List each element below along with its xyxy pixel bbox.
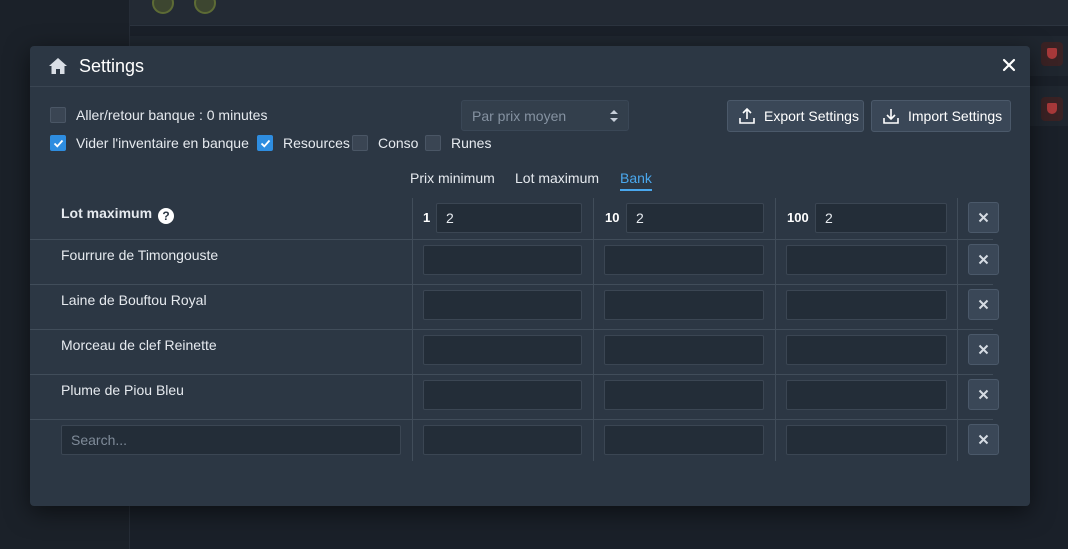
item-lot-10-input[interactable]	[604, 245, 764, 275]
upload-icon	[739, 107, 755, 124]
item-lot-10-input[interactable]	[604, 290, 764, 320]
item-name: Morceau de clef Reinette	[61, 337, 217, 353]
item-name: Plume de Piou Bleu	[61, 382, 184, 398]
item-lot-10-input[interactable]	[604, 380, 764, 410]
item-lot-100-input[interactable]	[786, 290, 947, 320]
item-name: Fourrure de Timongouste	[61, 247, 219, 263]
lot-1-value: 2	[446, 210, 454, 226]
tab-lot-maximum[interactable]: Lot maximum	[515, 170, 599, 186]
lot-qty-10: 10	[605, 210, 620, 225]
background-icon	[152, 0, 174, 14]
search-placeholder: Search...	[71, 432, 128, 448]
dialog-title: Settings	[79, 55, 145, 76]
export-settings-label: Export Settings	[764, 108, 859, 124]
item-lot-10-input[interactable]	[604, 335, 764, 365]
item-name: Laine de Bouftou Royal	[61, 292, 207, 308]
help-icon[interactable]: ?	[158, 208, 175, 224]
shield-icon	[1041, 97, 1063, 121]
resources-label: Resources	[283, 135, 350, 151]
item-lot-100-input[interactable]	[786, 380, 947, 410]
import-settings-button[interactable]: Import Settings	[871, 100, 1011, 132]
close-icon	[978, 254, 989, 265]
header-label-text: Lot maximum	[61, 205, 153, 221]
remove-row-button[interactable]	[968, 244, 999, 275]
lot-10-value: 2	[636, 210, 644, 226]
header-label: Lot maximum?	[61, 205, 175, 224]
download-icon	[883, 109, 899, 124]
runes-checkbox[interactable]	[425, 135, 441, 151]
new-lot-1-input[interactable]	[423, 425, 582, 455]
select-arrows-icon	[610, 110, 618, 122]
lot-100-input[interactable]: 2	[815, 203, 947, 233]
lot-10-input[interactable]: 2	[626, 203, 764, 233]
close-icon	[978, 212, 989, 223]
background-toolbar	[130, 0, 1068, 26]
conso-checkbox[interactable]	[352, 135, 368, 151]
remove-row-button[interactable]	[968, 289, 999, 320]
tab-prix-minimum[interactable]: Prix minimum	[410, 170, 495, 186]
close-icon	[978, 344, 989, 355]
empty-inventory-label: Vider l'inventaire en banque	[76, 135, 249, 151]
new-lot-10-input[interactable]	[604, 425, 764, 455]
shield-icon	[1041, 42, 1063, 66]
price-mode-value: Par prix moyen	[472, 108, 567, 124]
close-icon[interactable]	[1002, 58, 1016, 72]
resources-checkbox[interactable]	[257, 135, 273, 151]
item-search-input[interactable]: Search...	[61, 425, 401, 455]
new-lot-100-input[interactable]	[786, 425, 947, 455]
item-lot-1-input[interactable]	[423, 380, 582, 410]
item-lot-1-input[interactable]	[423, 290, 582, 320]
dialog-header: Settings	[30, 46, 1030, 87]
bank-return-checkbox[interactable]	[50, 107, 66, 123]
import-settings-label: Import Settings	[908, 108, 1003, 124]
lot-qty-100: 100	[787, 210, 809, 225]
check-icon	[53, 139, 64, 148]
price-mode-select[interactable]: Par prix moyen	[461, 100, 629, 131]
export-settings-button[interactable]: Export Settings	[727, 100, 864, 132]
runes-label: Runes	[451, 135, 492, 151]
item-lot-100-input[interactable]	[786, 335, 947, 365]
clear-new-row-button[interactable]	[968, 424, 999, 455]
remove-row-button[interactable]	[968, 379, 999, 410]
remove-row-button[interactable]	[968, 334, 999, 365]
lot-qty-1: 1	[423, 210, 431, 225]
clear-header-button[interactable]	[968, 202, 999, 233]
settings-dialog: Settings Aller/retour banque : 0 minutes…	[30, 46, 1030, 506]
lot-1-input[interactable]: 2	[436, 203, 582, 233]
tab-bank[interactable]: Bank	[620, 170, 652, 191]
item-lot-1-input[interactable]	[423, 335, 582, 365]
conso-label: Conso	[378, 135, 419, 151]
close-icon	[978, 434, 989, 445]
close-icon	[978, 299, 989, 310]
bank-return-label: Aller/retour banque : 0 minutes	[76, 107, 268, 123]
check-icon	[260, 139, 271, 148]
close-icon	[978, 389, 989, 400]
empty-inventory-checkbox[interactable]	[50, 135, 66, 151]
background-icon	[194, 0, 216, 14]
lot-100-value: 2	[825, 210, 833, 226]
item-lot-1-input[interactable]	[423, 245, 582, 275]
item-lot-100-input[interactable]	[786, 245, 947, 275]
home-icon	[49, 58, 67, 74]
